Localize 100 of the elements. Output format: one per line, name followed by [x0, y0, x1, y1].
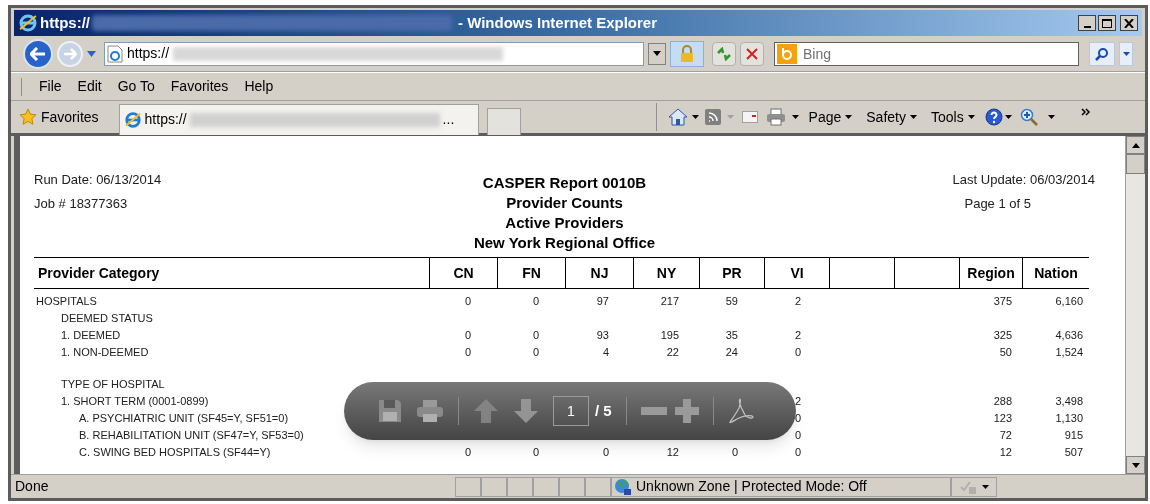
row-label: 1. NON-DEEMED [61, 346, 149, 359]
table-cell: 50 [999, 346, 1012, 359]
scroll-up-icon[interactable] [1131, 142, 1140, 148]
menu-item[interactable]: File [31, 76, 70, 97]
browser-tab[interactable]: https:// ... [118, 103, 479, 135]
print-icon[interactable] [416, 399, 444, 423]
close-button[interactable] [1120, 15, 1138, 31]
table-cell: 0 [464, 446, 471, 459]
table-cell: 1,524 [1055, 346, 1083, 359]
dropdown-arrow-icon[interactable] [87, 50, 96, 57]
table-cell: 1,130 [1055, 412, 1083, 425]
back-arrow-icon [30, 46, 46, 61]
acrobat-logo-icon[interactable] [727, 398, 754, 424]
browser-logo-icon [123, 110, 142, 129]
favorites-button[interactable]: Favorites [41, 106, 99, 128]
feed-icon[interactable] [704, 109, 721, 125]
table-cell: 4,636 [1055, 329, 1083, 342]
mail-icon[interactable] [741, 111, 758, 123]
window-title: - Windows Internet Explorer [458, 12, 658, 33]
minimize-button[interactable] [1078, 15, 1096, 31]
down-arrow-icon[interactable] [513, 398, 539, 424]
scroll-thumb[interactable] [1126, 154, 1145, 174]
column-header: Region [959, 258, 1022, 288]
row-label: C. SWING BED HOSPITALS (SF44=Y) [79, 446, 271, 459]
maximize-button[interactable] [1098, 15, 1116, 31]
menu-item[interactable]: Go To [109, 76, 163, 97]
column-header: NJ [565, 258, 633, 288]
caret-icon[interactable] [791, 115, 799, 119]
search-field[interactable]: Bing [774, 41, 1079, 66]
address-field[interactable]: https:// [104, 41, 644, 66]
status-pane [455, 476, 481, 497]
search-options-button[interactable] [1119, 41, 1133, 66]
help-icon[interactable] [984, 108, 1003, 126]
table-cell: 288 [993, 395, 1012, 408]
page-total: / 5 [595, 400, 612, 421]
stop-button[interactable] [740, 41, 764, 66]
page-number-field[interactable]: 1 [553, 396, 589, 426]
caret-icon[interactable] [1004, 115, 1012, 119]
address-dropdown-button[interactable] [648, 42, 666, 65]
table-cell: 0 [532, 329, 539, 342]
home-icon[interactable] [667, 108, 688, 126]
column-header: Nation [1022, 258, 1089, 288]
scroll-down-icon[interactable] [1131, 462, 1140, 468]
table-cell: 507 [1064, 446, 1083, 459]
security-zone: Unknown Zone | Protected Mode: Off [636, 477, 867, 496]
star-icon [19, 108, 37, 126]
last-update: Last Update: 06/03/2014 [952, 171, 1095, 189]
caret-icon [967, 115, 975, 119]
caret-icon [845, 115, 853, 119]
command-menu-button[interactable]: Safety [866, 106, 917, 128]
report-title: Active Providers [505, 213, 624, 233]
browser-logo-icon [18, 13, 38, 33]
row-label: B. REHABILITATION UNIT (SF47=Y, SF53=0) [79, 429, 304, 442]
command-menu-button[interactable]: Tools [931, 106, 975, 128]
print-icon[interactable] [765, 108, 786, 126]
table-cell: 2 [794, 295, 801, 308]
table-cell: 195 [660, 329, 679, 342]
command-menu-button[interactable]: Page [808, 106, 853, 128]
zoom-in-icon[interactable] [674, 399, 699, 423]
table-cell: 0 [532, 346, 539, 359]
search-button[interactable] [1089, 41, 1115, 66]
report-title: Provider Counts [506, 193, 623, 213]
table-cell: 0 [532, 446, 539, 459]
minimize-icon [1083, 26, 1091, 28]
table-cell: 93 [596, 329, 609, 342]
table-cell: 35 [725, 329, 738, 342]
table-cell: 72 [999, 429, 1012, 442]
forward-arrow-icon [63, 47, 77, 60]
table-cell: 97 [596, 295, 609, 308]
menu-item[interactable]: Edit [69, 76, 110, 97]
menu-item[interactable]: Help [236, 76, 282, 97]
status-text: Done [14, 477, 50, 496]
row-label: HOSPITALS [36, 295, 97, 308]
window-title: https:// [40, 12, 90, 33]
refresh-button[interactable] [712, 41, 736, 66]
lock-icon [679, 44, 695, 63]
table-cell: 2 [794, 329, 801, 342]
vertical-scrollbar[interactable] [1125, 136, 1145, 474]
maximize-icon [1102, 18, 1112, 28]
status-pane [533, 476, 559, 497]
table-cell: 0 [602, 446, 609, 459]
column-header: Provider Category [37, 263, 161, 283]
caret-icon[interactable] [691, 115, 699, 119]
table-cell: 12 [666, 446, 679, 459]
run-date: Run Date: 06/13/2014 [34, 171, 163, 189]
caret-icon[interactable] [981, 484, 989, 489]
chevron-icon[interactable] [1080, 108, 1091, 116]
table-cell: 0 [532, 295, 539, 308]
table-cell: 0 [464, 295, 471, 308]
zoom-icon[interactable] [1019, 108, 1038, 126]
caret-icon [653, 51, 661, 56]
back-button[interactable] [23, 38, 53, 69]
table-cell: 0 [794, 346, 801, 359]
table-cell: 2 [794, 395, 801, 408]
caret-icon[interactable] [1047, 115, 1055, 119]
table-cell: 24 [725, 346, 738, 359]
caret-icon [910, 115, 917, 119]
menu-item[interactable]: Favorites [162, 76, 237, 97]
table-cell: 6,160 [1055, 295, 1083, 308]
save-icon[interactable] [378, 399, 402, 423]
